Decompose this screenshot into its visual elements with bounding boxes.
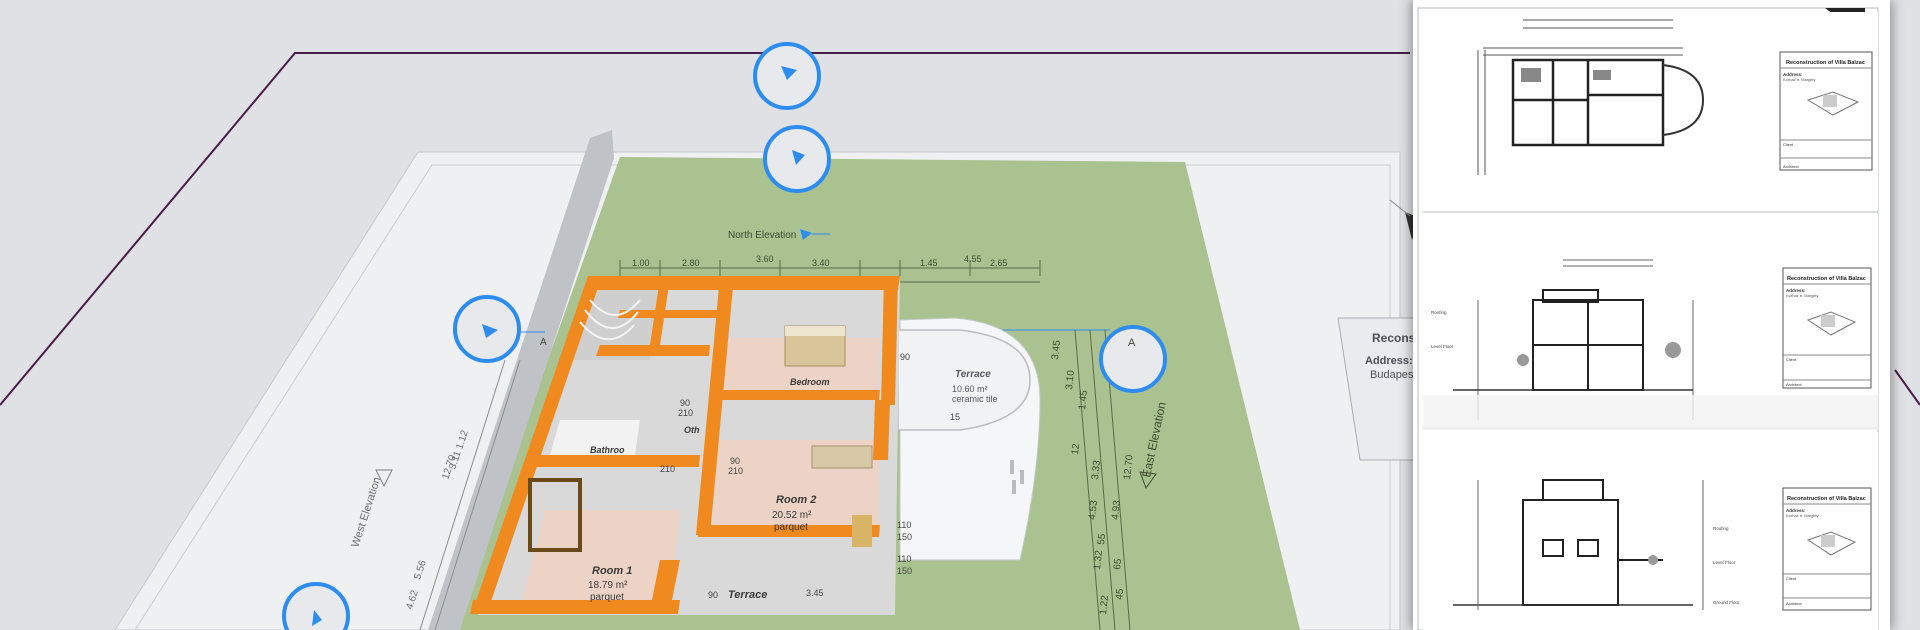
layout-sheets-panel[interactable]: Reconstruction of Villa Balzac Address: … xyxy=(1413,0,1890,630)
dim-label: 1.22 xyxy=(1098,594,1111,615)
view-bubble-top-1[interactable] xyxy=(753,42,821,110)
title-block-address-value: Budapes xyxy=(1370,369,1414,381)
level-label: Roofing xyxy=(1431,310,1447,315)
sheet-title: Reconstruction of Villa Balzac xyxy=(1787,496,1866,502)
room1-area: 18.79 m² xyxy=(588,580,628,591)
sheet-architect-label: Architect xyxy=(1783,164,1799,169)
terrace-area: 10.60 m² xyxy=(952,384,988,394)
dim-label: 3.10 xyxy=(1064,369,1077,390)
dim-label: 3.33 xyxy=(1090,459,1103,480)
door-tag: 90 xyxy=(680,398,690,408)
terrace-name: Terrace xyxy=(955,369,991,380)
lower-terrace-label: Terrace xyxy=(728,589,767,601)
dim-label: 3.40 xyxy=(812,258,830,268)
view-bubble-top-2[interactable] xyxy=(763,125,831,193)
other-room-label: Oth xyxy=(684,425,700,435)
bedroom-label: Bedroom xyxy=(790,377,830,387)
dim-label: 2.80 xyxy=(682,258,700,268)
dim-label: 2.65 xyxy=(990,258,1008,268)
dim-label: 12 xyxy=(1070,443,1082,456)
dim-label: 1.45 xyxy=(920,258,938,268)
level-label: Level Floor xyxy=(1431,344,1454,349)
level-label: Level Floor xyxy=(1713,560,1736,565)
view-bubble-west[interactable] xyxy=(453,295,521,363)
sheet-section[interactable]: Roofing Level Floor Reconstruction of Vi… xyxy=(1423,214,1878,430)
door-tag: 110 xyxy=(897,554,911,564)
view-bubble-bottom[interactable] xyxy=(282,582,350,630)
sheet-floor-plan[interactable]: Reconstruction of Villa Balzac Address: … xyxy=(1423,12,1878,213)
door-tag: 110 xyxy=(897,520,911,530)
bathroom-label: Bathroo xyxy=(590,445,625,455)
door-tag: 90 xyxy=(708,590,718,600)
title-block-address-label: Address: xyxy=(1365,355,1413,367)
sofa xyxy=(811,445,873,469)
sheet-client-label: Client xyxy=(1786,357,1797,362)
dim-label: 3.45 xyxy=(1050,339,1063,360)
sheet-architect-label: Architect xyxy=(1786,601,1802,606)
sheet-elevation[interactable]: Roofing Level Floor Ground Floor Reconst… xyxy=(1423,432,1878,630)
door-tag: 3.45 xyxy=(806,588,824,598)
sheet-title: Reconstruction of Villa Balzac xyxy=(1787,276,1866,282)
view-bubble-east[interactable]: A xyxy=(1099,325,1167,393)
dim-label: 4.53 xyxy=(1087,499,1100,520)
section-marker: A xyxy=(540,337,547,348)
door-tag: 150 xyxy=(897,566,912,576)
terrace-floor-type: ceramic tile xyxy=(952,394,998,404)
dim-label: 3.60 xyxy=(756,254,774,264)
sheet-architect-label: Architect xyxy=(1786,382,1802,387)
level-label: Roofing xyxy=(1713,526,1729,531)
dim-label: 1.00 xyxy=(632,258,650,268)
bed xyxy=(784,325,846,367)
site-boundary-line-right xyxy=(1894,369,1920,406)
door-tag: 210 xyxy=(728,466,743,476)
sheet-client-label: Client xyxy=(1786,576,1797,581)
dim-label: 65 xyxy=(1112,558,1124,571)
door-tag: 150 xyxy=(897,532,912,542)
dim-label: 1.45 xyxy=(1077,389,1090,410)
cabinet xyxy=(852,515,872,547)
dim-label: 45 xyxy=(1114,588,1126,601)
dim-label: 4.55 xyxy=(964,254,982,264)
sheet-address-value: Korhaz tr. Margitty xyxy=(1783,77,1815,82)
room1-floor-type: parquet xyxy=(590,592,624,603)
door-tag: 210 xyxy=(678,408,693,418)
door-tag: 90 xyxy=(900,352,910,362)
room1-name: Room 1 xyxy=(592,565,632,577)
dim-label: 55 xyxy=(1096,533,1108,546)
section-marker-east: A xyxy=(1128,337,1136,349)
sheet-client-label: Client xyxy=(1783,142,1794,147)
sheet-address-value: Korhaz tr. Margitty xyxy=(1786,293,1818,298)
room2-area: 20.52 m² xyxy=(772,510,812,521)
level-label: Ground Floor xyxy=(1713,600,1740,605)
room2-floor-type: parquet xyxy=(774,522,808,533)
sheet-title: Reconstruction of Villa Balzac xyxy=(1786,60,1865,66)
room2-name: Room 2 xyxy=(776,494,816,506)
dim-label: 4.93 xyxy=(1110,499,1123,520)
sheet-address-value: Korhaz tr. Margitty xyxy=(1786,513,1818,518)
dim-label: 1.32 xyxy=(1092,549,1105,570)
door-tag: 15 xyxy=(950,412,960,422)
door-tag: 210 xyxy=(660,464,675,474)
door-tag: 90 xyxy=(730,456,740,466)
north-elevation-label: North Elevation xyxy=(728,230,796,241)
